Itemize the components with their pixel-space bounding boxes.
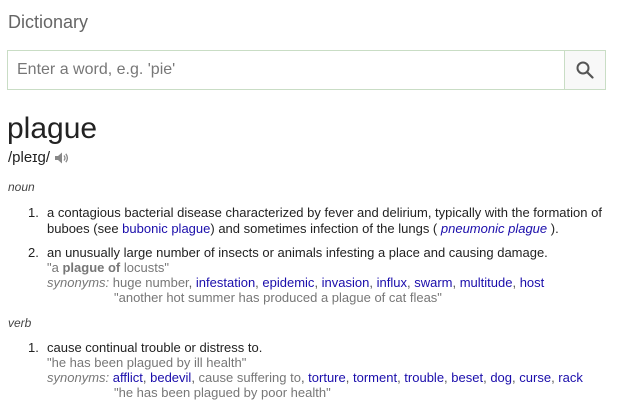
definition-text: ).	[550, 221, 559, 236]
synonym-text: huge number	[112, 275, 189, 290]
dictionary-header: Dictionary	[8, 12, 89, 32]
synonym-link[interactable]: afflict	[113, 370, 143, 385]
example-bold: plague of	[62, 260, 121, 275]
synonyms-label: synonyms:	[47, 275, 110, 290]
definition: an unusually large number of insects or …	[47, 245, 548, 260]
speaker-icon[interactable]	[54, 151, 70, 165]
search-box	[7, 50, 606, 90]
synonym-link[interactable]: dog	[490, 370, 512, 385]
synonym-link[interactable]: epidemic	[262, 275, 314, 290]
synonym-link[interactable]: influx	[377, 275, 407, 290]
sense-number: 1.	[28, 205, 39, 220]
synonym-list: huge number, infestation, epidemic, inva…	[112, 275, 545, 290]
sense-number: 1.	[28, 340, 39, 355]
search-icon	[576, 61, 594, 79]
bubonic-plague-link[interactable]: bubonic plague	[122, 221, 210, 236]
synonym-link[interactable]: rack	[558, 370, 583, 385]
synonym-example: "he has been plagued by poor health"	[114, 385, 331, 400]
synonym-example: "another hot summer has produced a plagu…	[114, 290, 442, 305]
example-text: "a	[47, 260, 63, 275]
synonym-link[interactable]: torture	[308, 370, 346, 385]
definition: cause continual trouble or distress to.	[47, 340, 263, 355]
example-text: locusts"	[120, 260, 169, 275]
synonyms-label: synonyms:	[47, 370, 110, 385]
example: "a plague of locusts"	[47, 260, 169, 275]
synonym-link[interactable]: torment	[353, 370, 397, 385]
synonym-list: afflict, bedevil, cause suffering to, to…	[112, 370, 583, 385]
synonym-link[interactable]: multitude	[460, 275, 513, 290]
sense-number: 2.	[28, 245, 39, 260]
headword: plague	[7, 112, 98, 145]
pronunciation: /pleɪɡ/	[8, 149, 70, 166]
synonym-text: cause suffering to	[198, 370, 301, 385]
definition: a contagious bacterial disease character…	[47, 205, 607, 237]
synonym-link[interactable]: infestation	[196, 275, 255, 290]
pneumonic-plague-link[interactable]: pneumonic plague	[441, 221, 547, 236]
part-of-speech-verb: verb	[8, 316, 32, 330]
example: "he has been plagued by ill health"	[47, 355, 247, 370]
pronunciation-text: /pleɪɡ/	[8, 149, 51, 166]
synonym-link[interactable]: curse	[519, 370, 551, 385]
synonym-link[interactable]: swarm	[414, 275, 452, 290]
synonym-link[interactable]: host	[520, 275, 545, 290]
synonym-link[interactable]: bedevil	[150, 370, 191, 385]
synonym-link[interactable]: invasion	[322, 275, 370, 290]
search-button[interactable]	[564, 51, 605, 89]
synonym-link[interactable]: trouble	[404, 370, 444, 385]
synonyms-line: synonyms: afflict, bedevil, cause suffer…	[47, 370, 583, 385]
definition-text: ) and sometimes infection of the lungs (	[210, 221, 438, 236]
synonyms-line: synonyms: huge number, infestation, epid…	[47, 275, 544, 290]
search-input[interactable]	[8, 51, 566, 89]
synonym-link[interactable]: beset	[451, 370, 483, 385]
part-of-speech-noun: noun	[8, 180, 35, 194]
